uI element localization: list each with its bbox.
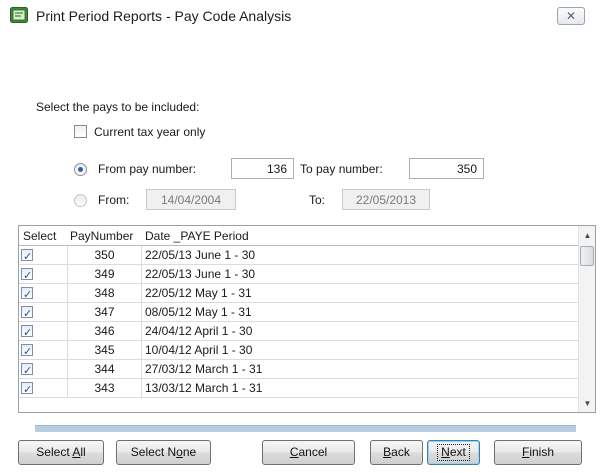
table-row[interactable]: ✓ 349 22/05/13 June 1 - 30 — [19, 265, 578, 284]
checkmark-icon: ✓ — [23, 270, 33, 282]
table-row[interactable]: ✓ 345 10/04/12 April 1 - 30 — [19, 341, 578, 360]
scroll-down-icon[interactable]: ▼ — [579, 395, 595, 412]
print-period-reports-dialog: Print Period Reports - Pay Code Analysis… — [0, 0, 600, 473]
paynumber-cell: 350 — [68, 246, 142, 265]
focus-rectangle: Next — [437, 444, 470, 461]
paynumber-cell: 349 — [68, 265, 142, 284]
row-select-checkbox[interactable]: ✓ — [21, 287, 33, 301]
paynumber-cell: 348 — [68, 284, 142, 303]
row-select-checkbox[interactable]: ✓ — [21, 382, 33, 396]
period-cell: 22/05/13 June 1 - 30 — [145, 248, 256, 262]
column-header-paynumber[interactable]: PayNumber — [70, 229, 133, 243]
column-header-select[interactable]: Select — [23, 229, 56, 243]
select-cell: ✓ — [19, 265, 68, 284]
row-select-checkbox[interactable]: ✓ — [21, 268, 33, 282]
from-pay-number-radio[interactable] — [74, 163, 87, 176]
checkmark-icon: ✓ — [23, 346, 33, 358]
row-select-checkbox[interactable]: ✓ — [21, 344, 33, 358]
current-tax-year-label: Current tax year only — [94, 125, 206, 139]
checkmark-icon: ✓ — [23, 289, 33, 301]
select-cell: ✓ — [19, 303, 68, 322]
select-all-button[interactable]: Select All — [18, 440, 104, 465]
grid-scrollbar[interactable]: ▲ ▼ — [578, 226, 595, 412]
progress-bar — [35, 425, 576, 432]
checkmark-icon: ✓ — [23, 251, 33, 263]
period-cell: 13/03/12 March 1 - 31 — [145, 381, 263, 395]
select-pays-label: Select the pays to be included: — [36, 100, 200, 114]
table-row[interactable]: ✓ 348 22/05/12 May 1 - 31 — [19, 284, 578, 303]
row-select-checkbox[interactable]: ✓ — [21, 249, 33, 263]
scroll-thumb[interactable] — [580, 246, 594, 266]
table-row[interactable]: ✓ 343 13/03/12 March 1 - 31 — [19, 379, 578, 398]
row-select-checkbox[interactable]: ✓ — [21, 363, 33, 377]
grid-header: Select PayNumber Date _PAYE Period — [19, 226, 578, 246]
select-cell: ✓ — [19, 246, 68, 265]
row-select-checkbox[interactable]: ✓ — [21, 306, 33, 320]
title-bar: Print Period Reports - Pay Code Analysis… — [0, 0, 600, 30]
row-select-checkbox[interactable]: ✓ — [21, 325, 33, 339]
from-date-field[interactable]: 14/04/2004 — [146, 189, 236, 210]
select-cell: ✓ — [19, 284, 68, 303]
checkmark-icon: ✓ — [23, 327, 33, 339]
paynumber-cell: 346 — [68, 322, 142, 341]
to-pay-number-field[interactable]: 350 — [409, 158, 484, 179]
select-none-button[interactable]: Select None — [116, 440, 211, 465]
to-pay-number-label: To pay number: — [300, 162, 383, 176]
period-cell: 24/04/12 April 1 - 30 — [145, 324, 253, 338]
next-button[interactable]: Next — [427, 440, 480, 465]
finish-button[interactable]: Finish — [494, 440, 582, 465]
period-cell: 22/05/13 June 1 - 30 — [145, 267, 256, 281]
period-cell: 10/04/12 April 1 - 30 — [145, 343, 253, 357]
checkmark-icon: ✓ — [23, 365, 33, 377]
table-row[interactable]: ✓ 346 24/04/12 April 1 - 30 — [19, 322, 578, 341]
current-tax-year-checkbox[interactable] — [74, 125, 87, 138]
scroll-up-icon[interactable]: ▲ — [579, 227, 595, 244]
window-title: Print Period Reports - Pay Code Analysis — [36, 8, 292, 24]
paynumber-cell: 344 — [68, 360, 142, 379]
pays-grid: Select PayNumber Date _PAYE Period ✓ 350 2… — [18, 225, 596, 413]
to-date-label: To: — [309, 193, 326, 207]
column-header-period[interactable]: Date _PAYE Period — [145, 229, 249, 243]
from-pay-number-field[interactable]: 136 — [231, 158, 294, 179]
paynumber-cell: 343 — [68, 379, 142, 398]
table-row[interactable]: ✓ 344 27/03/12 March 1 - 31 — [19, 360, 578, 379]
select-cell: ✓ — [19, 379, 68, 398]
period-cell: 22/05/12 May 1 - 31 — [145, 286, 252, 300]
close-icon: ✕ — [565, 9, 577, 23]
close-button[interactable]: ✕ — [557, 7, 585, 25]
select-cell: ✓ — [19, 322, 68, 341]
paynumber-cell: 345 — [68, 341, 142, 360]
period-cell: 27/03/12 March 1 - 31 — [145, 362, 263, 376]
from-date-radio[interactable] — [74, 194, 87, 207]
table-row[interactable]: ✓ 350 22/05/13 June 1 - 30 — [19, 246, 578, 265]
checkmark-icon: ✓ — [23, 384, 33, 396]
from-date-label: From: — [98, 193, 130, 207]
from-pay-number-label: From pay number: — [98, 162, 197, 176]
checkmark-icon: ✓ — [23, 308, 33, 320]
select-cell: ✓ — [19, 341, 68, 360]
select-cell: ✓ — [19, 360, 68, 379]
radio-selected-dot — [78, 167, 83, 172]
to-date-field[interactable]: 22/05/2013 — [342, 189, 430, 210]
report-window-icon — [10, 7, 28, 23]
cancel-button[interactable]: Cancel — [262, 440, 355, 465]
table-row[interactable]: ✓ 347 08/05/12 May 1 - 31 — [19, 303, 578, 322]
period-cell: 08/05/12 May 1 - 31 — [145, 305, 252, 319]
back-button[interactable]: Back — [370, 440, 423, 465]
paynumber-cell: 347 — [68, 303, 142, 322]
